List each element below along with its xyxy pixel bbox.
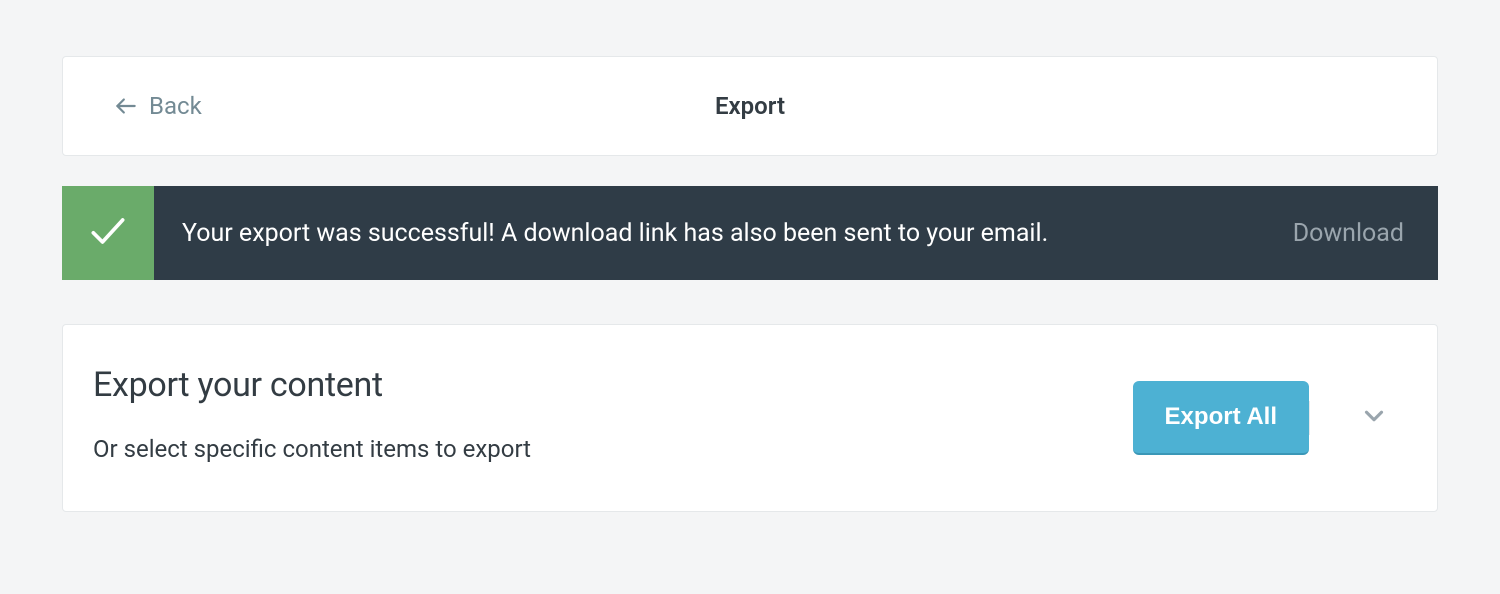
arrow-left-icon — [113, 93, 139, 119]
export-subtitle: Or select specific content items to expo… — [93, 435, 1103, 463]
export-title: Export your content — [93, 365, 1103, 405]
export-actions: Export All — [1133, 325, 1437, 511]
back-label: Back — [149, 92, 202, 120]
page-header: Back Export — [62, 56, 1438, 156]
success-icon-box — [62, 186, 154, 280]
check-icon — [86, 209, 130, 257]
success-notification: Your export was successful! A download l… — [62, 186, 1438, 280]
notification-action: Download — [1273, 186, 1438, 280]
export-all-col: Export All — [1133, 381, 1309, 455]
notification-message: Your export was successful! A download l… — [154, 186, 1273, 280]
page-title: Export — [715, 92, 785, 120]
expand-toggle[interactable] — [1309, 401, 1437, 435]
export-panel-content: Export your content Or select specific c… — [63, 325, 1133, 511]
export-all-button[interactable]: Export All — [1133, 381, 1309, 455]
export-panel: Export your content Or select specific c… — [62, 324, 1438, 512]
download-link[interactable]: Download — [1293, 219, 1404, 248]
back-button[interactable]: Back — [63, 92, 202, 120]
chevron-down-icon — [1359, 401, 1389, 435]
